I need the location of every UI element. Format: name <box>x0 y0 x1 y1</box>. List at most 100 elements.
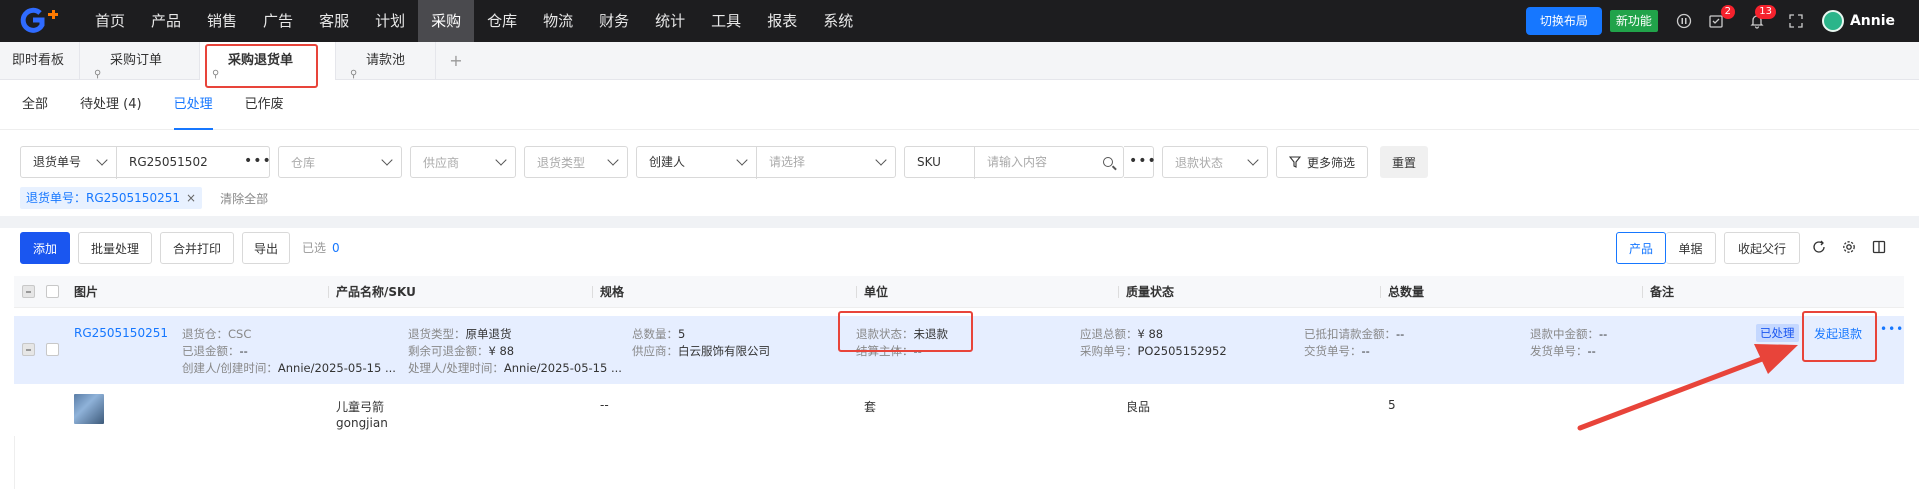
col-product-sku: 产品名称/SKU <box>328 276 416 308</box>
nav-item[interactable]: 系统 <box>810 0 866 42</box>
chevron-down-icon <box>495 154 507 166</box>
annotation-box <box>838 311 973 352</box>
fullscreen-icon[interactable] <box>1785 10 1807 32</box>
new-feature-badge[interactable]: 新功能 <box>1609 10 1658 32</box>
chevron-down-icon <box>1247 154 1259 166</box>
nav-item[interactable]: 采购 <box>418 0 475 42</box>
filter-tag: 退货单号：RG2505150251 × <box>20 187 203 209</box>
main-nav: 首页 产品 销售 广告 客服 计划 采购 仓库 物流 财务 统计 工具 报表 系统 <box>82 0 866 42</box>
filter-bar: 退货单号 RG25051502 ••• 仓库 供应商 退货类型 创建人 请选择 … <box>0 146 1919 179</box>
tab-label: 请款池 <box>366 53 406 68</box>
handler-info: 处理人/处理时间：Annie/2025-05-15 ... <box>408 361 622 375</box>
gear-icon[interactable] <box>1842 240 1856 257</box>
col-quality: 质量状态 <box>1118 276 1174 308</box>
view-product-toggle[interactable]: 产品 <box>1616 232 1666 264</box>
nav-item[interactable]: 工具 <box>698 0 754 42</box>
creator-choose-select[interactable]: 请选择 <box>757 147 805 177</box>
product-unit: 套 <box>864 400 877 414</box>
refresh-icon[interactable] <box>1812 240 1826 257</box>
tab-payment-pool[interactable]: ⚲ 请款池 <box>336 42 436 80</box>
tab-dashboard[interactable]: 即时看板 <box>0 42 80 80</box>
delivery-info: 交货单号：-- <box>1304 344 1370 358</box>
subtab-pending[interactable]: 待处理 (4) <box>80 80 142 130</box>
return-type-select[interactable]: 退货类型 <box>524 146 628 178</box>
nav-item[interactable]: 首页 <box>82 0 138 42</box>
tab-purchase-order[interactable]: ⚲ 采购订单 <box>80 42 200 80</box>
more-options-button[interactable]: ••• <box>238 146 271 178</box>
top-navbar: 首页 产品 销售 广告 客服 计划 采购 仓库 物流 财务 统计 工具 报表 系统 切换布局 新功能 2 … <box>0 0 1919 42</box>
collapse-row-toggle[interactable] <box>22 343 35 356</box>
reset-button[interactable]: 重置 <box>1380 146 1429 178</box>
task-icon[interactable]: 2 <box>1705 5 1735 32</box>
return-no-field-select[interactable]: 退货单号 <box>21 147 117 179</box>
columns-icon[interactable] <box>1872 240 1886 257</box>
refunded-info: 已退金额：-- <box>182 344 248 358</box>
warehouse-info: 退货仓：CSC <box>182 327 252 341</box>
add-button[interactable]: 添加 <box>20 232 70 264</box>
sku-input[interactable]: 请输入内容 <box>975 147 1047 177</box>
product-name: 儿童弓箭 <box>336 400 385 414</box>
ship-info: 发货单号：-- <box>1530 344 1596 358</box>
total-qty-info: 总数量：5 <box>632 327 686 341</box>
subtab-all[interactable]: 全部 <box>22 80 48 130</box>
add-tab-button[interactable]: + <box>436 42 476 79</box>
pin-icon: ⚲ <box>350 69 358 80</box>
select-all-checkbox[interactable] <box>46 285 59 298</box>
item-qty: 5 <box>1388 398 1396 412</box>
row-checkbox[interactable] <box>46 343 59 356</box>
more-filters-button[interactable]: 更多筛选 <box>1276 146 1369 178</box>
action-bar: 添加 批量处理 合并打印 导出 已选 0 产品 单据 收起父行 <box>20 232 1900 264</box>
sku-field-select[interactable]: SKU <box>905 147 975 179</box>
creator-field-select[interactable]: 创建人 <box>637 147 757 179</box>
po-info: 采购单号：PO2505152952 <box>1080 344 1227 358</box>
nav-item[interactable]: 销售 <box>194 0 250 42</box>
nav-item[interactable]: 客服 <box>306 0 362 42</box>
chevron-down-icon <box>875 154 887 166</box>
nav-item[interactable]: 报表 <box>754 0 810 42</box>
view-order-toggle[interactable]: 单据 <box>1666 232 1716 264</box>
more-options-button[interactable]: ••• <box>1124 146 1156 178</box>
supplier-info: 供应商：白云服饰有限公司 <box>632 344 770 358</box>
chevron-down-icon <box>381 154 393 166</box>
app-logo[interactable] <box>0 0 70 42</box>
close-icon[interactable]: × <box>186 191 196 205</box>
refund-status-select[interactable]: 退款状态 <box>1162 146 1268 178</box>
pause-icon[interactable] <box>1673 10 1695 32</box>
nav-item[interactable]: 财务 <box>586 0 642 42</box>
creator-info: 创建人/创建时间：Annie/2025-05-15 ... <box>182 361 396 375</box>
bell-icon[interactable]: 13 <box>1746 5 1776 32</box>
nav-item[interactable]: 物流 <box>530 0 586 42</box>
user-name[interactable]: Annie <box>1850 13 1895 29</box>
export-button[interactable]: 导出 <box>242 232 290 264</box>
nav-item[interactable]: 仓库 <box>474 0 530 42</box>
section-divider <box>0 216 1919 228</box>
warehouse-select[interactable]: 仓库 <box>278 146 402 178</box>
status-badge: 已处理 <box>1756 324 1799 342</box>
avatar[interactable] <box>1821 10 1844 32</box>
nav-item[interactable]: 广告 <box>250 0 306 42</box>
creator-filter: 创建人 请选择 <box>636 146 896 179</box>
clear-all-link[interactable]: 清除全部 <box>220 190 268 207</box>
nav-item[interactable]: 统计 <box>642 0 698 42</box>
col-spec: 规格 <box>592 276 624 308</box>
return-no-input[interactable]: RG25051502 <box>117 147 208 177</box>
nav-item[interactable]: 产品 <box>138 0 194 42</box>
tab-label: 即时看板 <box>12 53 65 68</box>
return-no-filter: 退货单号 RG25051502 <box>20 146 270 179</box>
merge-print-button[interactable]: 合并打印 <box>160 232 234 264</box>
refundable-info: 剩余可退金额：¥ 88 <box>408 344 515 358</box>
quality-status: 良品 <box>1126 400 1151 414</box>
logo-icon <box>20 7 58 33</box>
supplier-select[interactable]: 供应商 <box>410 146 516 178</box>
expand-all-toggle[interactable] <box>22 285 35 298</box>
switch-layout-button[interactable]: 切换布局 <box>1525 7 1602 35</box>
search-icon[interactable] <box>1103 157 1113 167</box>
table-header: 图片 产品名称/SKU 规格 单位 质量状态 总数量 备注 <box>14 276 1904 308</box>
notice-count-badge: 13 <box>1755 5 1776 19</box>
return-order-link[interactable]: RG2505150251 <box>74 326 168 340</box>
batch-process-button[interactable]: 批量处理 <box>78 232 152 264</box>
collapse-parent-button[interactable]: 收起父行 <box>1724 232 1800 264</box>
nav-item[interactable]: 计划 <box>362 0 418 42</box>
row-more-button[interactable]: ••• <box>1880 322 1904 336</box>
product-image[interactable] <box>74 394 104 424</box>
